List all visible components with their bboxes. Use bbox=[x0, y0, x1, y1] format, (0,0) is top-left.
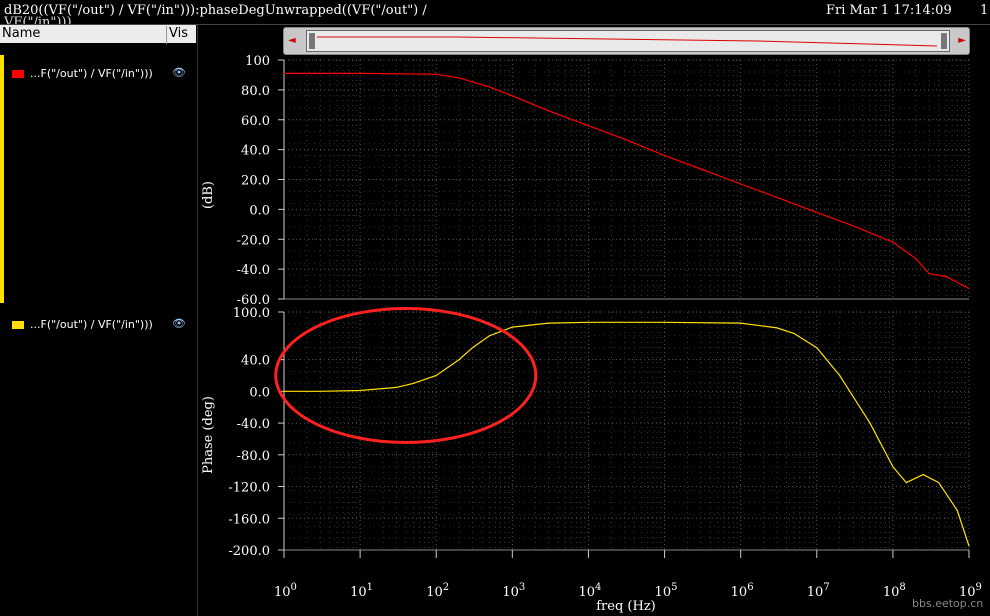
data-point bbox=[816, 347, 818, 349]
data-point bbox=[471, 347, 474, 349]
data-point bbox=[458, 77, 460, 79]
data-point bbox=[395, 386, 398, 388]
data-point bbox=[548, 322, 550, 324]
data-point bbox=[412, 382, 414, 384]
y-tick-label: -40.0 bbox=[237, 417, 270, 432]
data-point bbox=[488, 335, 491, 337]
watermark: bbs.eetop.cn bbox=[912, 597, 984, 610]
data-point bbox=[956, 509, 958, 511]
data-point bbox=[968, 287, 970, 290]
data-point bbox=[869, 422, 871, 424]
x-tick-label: 100 bbox=[274, 582, 297, 600]
x-tick-label: 101 bbox=[350, 582, 373, 600]
y-tick-label: 80.0 bbox=[241, 84, 270, 99]
x-tick-label: 102 bbox=[426, 582, 449, 600]
x-axis-label: freq (Hz) bbox=[596, 599, 656, 614]
data-point bbox=[511, 326, 513, 328]
data-point bbox=[922, 474, 924, 476]
y-tick-label: 40.0 bbox=[241, 354, 270, 369]
y-tick-label: 0.0 bbox=[249, 203, 270, 218]
y-tick-label: -40.0 bbox=[237, 263, 270, 278]
data-point bbox=[776, 327, 778, 329]
data-point bbox=[938, 481, 940, 484]
data-point bbox=[359, 72, 361, 75]
data-point bbox=[740, 183, 742, 185]
plot-area: 10080.060.040.020.00.0-20.0-40.0-60.0100… bbox=[201, 54, 982, 614]
y-tick-label: 100 bbox=[245, 54, 270, 69]
y-tick-label: 60.0 bbox=[241, 114, 270, 129]
x-tick-label: 103 bbox=[502, 582, 525, 600]
x-tick-label: 105 bbox=[655, 582, 678, 600]
data-point bbox=[776, 196, 778, 199]
data-point bbox=[928, 273, 930, 275]
data-point bbox=[852, 225, 854, 227]
data-point bbox=[945, 275, 947, 278]
y-axis-label-phase: Phase (deg) bbox=[201, 396, 216, 474]
data-point bbox=[793, 332, 795, 335]
data-point bbox=[892, 241, 894, 243]
data-point bbox=[435, 73, 437, 75]
data-point bbox=[915, 258, 917, 260]
x-tick-label: 107 bbox=[807, 582, 830, 600]
x-tick-label: 106 bbox=[731, 582, 754, 600]
data-point bbox=[283, 72, 285, 75]
data-point bbox=[968, 545, 970, 547]
data-point bbox=[892, 466, 894, 468]
data-point bbox=[624, 138, 626, 140]
data-point bbox=[283, 390, 285, 392]
y-tick-label: -80.0 bbox=[237, 449, 270, 464]
data-point bbox=[700, 168, 702, 170]
y-tick-label: -160.0 bbox=[228, 512, 270, 527]
y-tick-label: -200.0 bbox=[228, 544, 270, 559]
data-point bbox=[816, 211, 818, 213]
x-tick-label: 108 bbox=[883, 582, 906, 600]
data-point bbox=[359, 389, 361, 392]
data-point bbox=[319, 390, 321, 392]
y-tick-label: 20.0 bbox=[241, 174, 270, 189]
data-point bbox=[905, 481, 907, 484]
data-point bbox=[548, 110, 550, 112]
data-point bbox=[435, 374, 437, 377]
data-point bbox=[663, 155, 666, 157]
y-tick-label: 40.0 bbox=[241, 144, 270, 159]
data-point bbox=[839, 374, 841, 377]
y-tick-label: -20.0 bbox=[237, 233, 270, 248]
data-point bbox=[458, 359, 460, 361]
grid bbox=[283, 59, 970, 551]
y-tick-label: -120.0 bbox=[228, 481, 270, 496]
x-tick-label: 104 bbox=[578, 582, 601, 600]
y-tick-label: 100.0 bbox=[233, 306, 270, 321]
data-point bbox=[488, 86, 491, 88]
data-point bbox=[663, 321, 666, 323]
data-point bbox=[587, 321, 590, 323]
data-point bbox=[740, 322, 742, 324]
magnitude-trace bbox=[284, 72, 970, 290]
data-point bbox=[587, 125, 590, 127]
y-axis-label-db: (dB) bbox=[201, 181, 216, 209]
phase-trace bbox=[284, 321, 970, 547]
y-tick-label: 0.0 bbox=[249, 385, 270, 400]
data-point bbox=[511, 95, 513, 97]
